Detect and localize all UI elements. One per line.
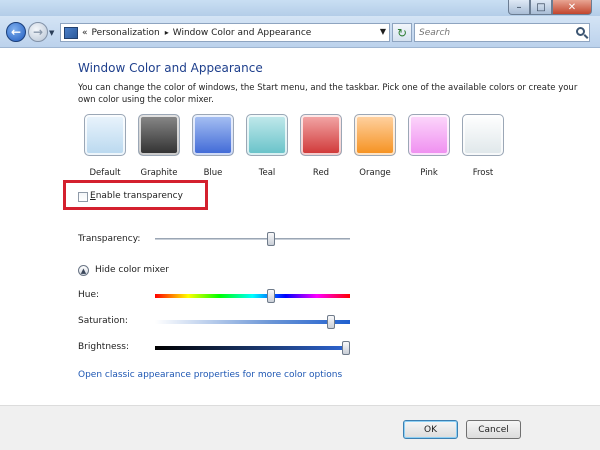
swatch-label: Blue — [203, 168, 223, 178]
hue-slider-track[interactable] — [155, 289, 350, 303]
breadcrumb-personalization[interactable]: Personalization — [92, 28, 160, 38]
swatch-tile[interactable] — [354, 114, 396, 156]
page-title: Window Color and Appearance — [78, 61, 263, 75]
swatch-label: Default — [89, 168, 121, 178]
forward-button[interactable]: → — [28, 22, 48, 42]
swatch-pink[interactable]: Pink — [402, 114, 456, 178]
swatch-tile[interactable] — [300, 114, 342, 156]
transparency-slider-track[interactable] — [155, 232, 350, 246]
swatch-tile[interactable] — [462, 114, 504, 156]
search-input[interactable] — [419, 27, 569, 38]
swatch-default[interactable]: Default — [78, 114, 132, 178]
swatch-tile[interactable] — [408, 114, 450, 156]
back-button[interactable]: ← — [6, 22, 26, 42]
swatch-label: Orange — [359, 168, 391, 178]
search-box — [414, 23, 590, 42]
ok-button[interactable]: OK — [403, 420, 458, 439]
swatch-orange[interactable]: Orange — [348, 114, 402, 178]
classic-appearance-link[interactable]: Open classic appearance properties for m… — [78, 370, 342, 380]
swatch-tile[interactable] — [84, 114, 126, 156]
swatch-red[interactable]: Red — [294, 114, 348, 178]
saturation-slider-track[interactable] — [155, 315, 350, 329]
dialog-footer: OK Cancel — [0, 405, 600, 450]
swatch-frost[interactable]: Frost — [456, 114, 510, 178]
hue-label: Hue: — [78, 290, 100, 300]
search-icon[interactable] — [576, 27, 585, 36]
maximize-button[interactable]: □ — [530, 0, 552, 15]
transparency-slider-thumb[interactable] — [267, 232, 275, 246]
minimize-button[interactable]: – — [508, 0, 530, 15]
recent-pages-dropdown-icon[interactable]: ▼ — [49, 29, 54, 37]
refresh-button[interactable]: ↻ — [392, 23, 412, 42]
swatch-label: Red — [312, 168, 330, 178]
address-dropdown-icon[interactable]: ▼ — [380, 27, 386, 36]
swatch-blue[interactable]: Blue — [186, 114, 240, 178]
hue-slider-thumb[interactable] — [267, 289, 275, 303]
control-panel-icon — [64, 26, 78, 39]
swatch-tile[interactable] — [246, 114, 288, 156]
swatch-tile[interactable] — [138, 114, 180, 156]
brightness-slider-track[interactable] — [155, 341, 350, 355]
swatch-label: Graphite — [140, 168, 178, 178]
swatch-label: Frost — [472, 168, 494, 178]
brightness-label: Brightness: — [78, 342, 129, 352]
saturation-slider-thumb[interactable] — [327, 315, 335, 329]
breadcrumb-overflow[interactable]: « — [82, 28, 88, 38]
close-button[interactable]: ✕ — [552, 0, 592, 15]
page-description: You can change the color of windows, the… — [78, 83, 578, 105]
swatch-tile[interactable] — [192, 114, 234, 156]
color-swatches: Default Graphite Blue Teal Red Orange Pink Fros… — [78, 114, 518, 180]
enable-transparency-label[interactable]: Enable transparency — [90, 191, 183, 201]
title-bar: – □ ✕ — [0, 0, 600, 16]
hide-mixer-toggle-icon[interactable]: ▲ — [78, 265, 89, 276]
swatch-label: Pink — [420, 168, 438, 178]
swatch-label: Teal — [258, 168, 276, 178]
brightness-slider-thumb[interactable] — [342, 341, 350, 355]
navigation-bar: ← → ▼ « Personalization ▸ Window Color a… — [0, 16, 600, 48]
swatch-graphite[interactable]: Graphite — [132, 114, 186, 178]
saturation-label: Saturation: — [78, 316, 128, 326]
breadcrumb-window-color[interactable]: Window Color and Appearance — [173, 28, 312, 38]
cancel-button[interactable]: Cancel — [466, 420, 521, 439]
transparency-label: Transparency: — [78, 234, 141, 244]
breadcrumb-separator-icon[interactable]: ▸ — [165, 28, 169, 37]
address-bar[interactable]: « Personalization ▸ Window Color and App… — [60, 23, 390, 42]
enable-transparency-checkbox[interactable] — [78, 192, 88, 202]
hide-mixer-label[interactable]: Hide color mixer — [95, 265, 169, 275]
window-controls: – □ ✕ — [508, 0, 592, 15]
swatch-teal[interactable]: Teal — [240, 114, 294, 178]
